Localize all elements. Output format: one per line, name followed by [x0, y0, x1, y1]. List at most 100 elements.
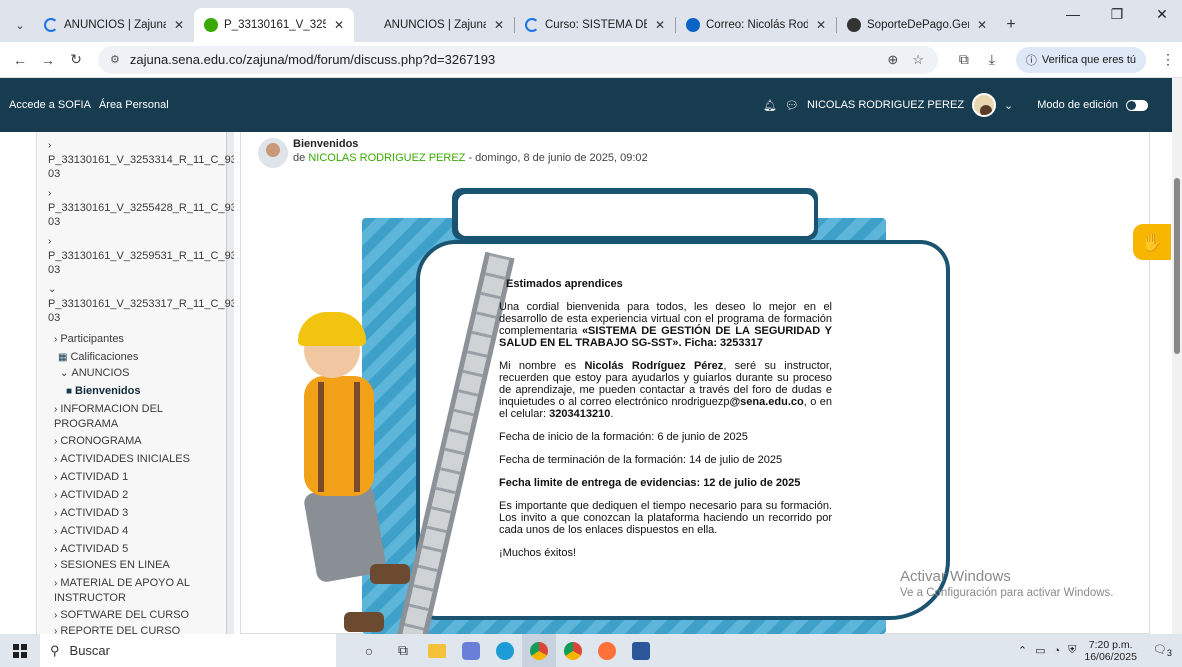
back-arrow-icon[interactable]: ←	[6, 46, 34, 74]
letter-end-date: Fecha de terminación de la formación: 14…	[499, 454, 783, 466]
sidebar-item-label: ACTIVIDAD 2	[60, 489, 129, 501]
tray-expand-icon[interactable]: ⌃	[1018, 644, 1027, 657]
tab-close-icon[interactable]: ✕	[977, 18, 987, 32]
user-menu-chevron-icon[interactable]: ⌄	[1004, 99, 1013, 112]
tab-label: ANUNCIOS | Zajuna	[384, 19, 486, 31]
chevron-right-icon: ›	[54, 436, 58, 447]
sidebar-item[interactable]: ⌄ P_33130161_V_3253317_R_11_C_93 03	[48, 282, 234, 325]
tab-label: SoporteDePago.Gene	[867, 19, 969, 31]
bookmark-star-icon[interactable]: ☆	[912, 52, 924, 68]
app-icon[interactable]	[454, 634, 488, 667]
scrollbar-thumb[interactable]	[1174, 178, 1180, 354]
firefox-browser-icon[interactable]	[590, 634, 624, 667]
chevron-right-icon: ›	[54, 560, 58, 571]
chrome-browser-icon[interactable]	[522, 634, 556, 667]
chevron-right-icon: ›	[48, 140, 52, 151]
security-icon[interactable]: ⛨	[1068, 644, 1076, 657]
browser-tab[interactable]: ANUNCIOS | Zajuna ✕	[354, 8, 514, 42]
sidebar-item-label: ACTIVIDAD 1	[60, 471, 129, 483]
new-tab-button[interactable]: +	[997, 8, 1025, 42]
sidebar-item[interactable]: › ACTIVIDAD 3	[54, 506, 224, 521]
post-meta: de NICOLAS RODRIGUEZ PEREZ - domingo, 8 …	[293, 152, 648, 164]
cortana-icon[interactable]: ○	[352, 634, 386, 667]
tab-close-icon[interactable]: ✕	[816, 18, 826, 32]
start-button[interactable]	[0, 634, 40, 667]
outlook-icon	[686, 18, 700, 32]
page-scrollbar[interactable]	[1172, 78, 1182, 634]
extensions-icon[interactable]: ⧉	[950, 46, 978, 74]
post-author-link[interactable]: NICOLAS RODRIGUEZ PEREZ	[308, 152, 465, 164]
tab-close-icon[interactable]: ✕	[655, 18, 665, 32]
user-name[interactable]: NICOLAS RODRIGUEZ PEREZ	[807, 99, 964, 111]
url-omnibox[interactable]: ⚙ zajuna.sena.edu.co/zajuna/mod/forum/di…	[98, 45, 938, 74]
sidebar-item[interactable]: › ACTIVIDAD 2	[54, 488, 224, 503]
sidebar-item[interactable]: › SOFTWARE DEL CURSO	[54, 608, 224, 623]
loading-icon	[44, 18, 58, 32]
browser-tab[interactable]: Curso: SISTEMA DE G ✕	[515, 8, 675, 42]
edit-mode-label: Modo de edición	[1037, 99, 1118, 111]
battery-icon[interactable]: ▭	[1035, 644, 1045, 657]
browser-menu-icon[interactable]: ⋮	[1154, 46, 1182, 74]
post-title: Bienvenidos	[293, 138, 359, 150]
messages-chat-icon[interactable]: 💬︎	[785, 99, 799, 112]
edit-mode-toggle[interactable]	[1126, 99, 1148, 111]
download-icon[interactable]: ⤓	[978, 46, 1006, 74]
sena-favicon	[204, 18, 218, 32]
clipboard-clip-label	[458, 194, 814, 236]
sidebar-item[interactable]: › ACTIVIDAD 5	[54, 542, 224, 557]
sidebar-item[interactable]: › ACTIVIDAD 1	[54, 470, 224, 485]
sidebar-item[interactable]: ⌄ ANUNCIOS	[60, 366, 224, 381]
task-view-icon[interactable]: ⧉	[386, 634, 420, 667]
sidebar-item[interactable]: ■ Bienvenidos	[66, 384, 224, 399]
chrome-browser-icon[interactable]	[556, 634, 590, 667]
tab-close-icon[interactable]: ✕	[334, 18, 344, 32]
browser-tab[interactable]: P_33130161_V_32533 ✕	[194, 8, 354, 42]
nav-link-area-personal[interactable]: Área Personal	[99, 99, 169, 111]
forward-arrow-icon[interactable]: →	[34, 46, 62, 74]
tab-search-chevron-icon[interactable]: ⌄	[6, 8, 34, 42]
wifi-icon[interactable]: ◔	[1053, 645, 1060, 657]
notification-center-icon[interactable]: 🗨︎3	[1153, 643, 1172, 658]
edge-browser-icon[interactable]	[488, 634, 522, 667]
nav-link-sofia[interactable]: Accede a SOFIA	[9, 99, 91, 111]
minimize-icon[interactable]: —	[1053, 6, 1093, 22]
windows-activation-watermark: Activar Windows Ve a Configuración para …	[900, 568, 1114, 599]
zoom-icon[interactable]: ⊕	[887, 52, 898, 68]
worker-boot-illustration	[344, 612, 384, 632]
site-navbar: Accede a SOFIA Área Personal 🔔︎ 💬︎ NICOL…	[0, 78, 1172, 132]
sidebar-item[interactable]: ▦ Calificaciones	[58, 350, 224, 365]
sidebar-item[interactable]: › SESIONES EN LINEA	[54, 558, 224, 573]
user-avatar[interactable]	[972, 93, 997, 117]
chevron-right-icon: ›	[54, 626, 58, 634]
sidebar-item[interactable]: › P_33130161_V_3259531_R_11_C_93 03	[48, 234, 234, 277]
notification-bell-icon[interactable]: 🔔︎	[763, 99, 777, 112]
reload-icon[interactable]: ↻	[62, 46, 90, 74]
sidebar-item[interactable]: › P_33130161_V_3255428_R_11_C_93 03	[48, 186, 234, 229]
sidebar-item[interactable]: › P_33130161_V_3253314_R_11_C_93 03	[48, 138, 234, 181]
site-info-icon[interactable]: ⚙	[110, 53, 120, 66]
file-explorer-icon[interactable]	[420, 634, 454, 667]
taskbar-search-input[interactable]: ⚲ Buscar	[40, 634, 336, 667]
tab-close-icon[interactable]: ✕	[174, 18, 184, 32]
word-icon[interactable]	[624, 634, 658, 667]
browser-tab[interactable]: ANUNCIOS | Zajuna ✕	[34, 8, 194, 42]
sidebar-item-label: INFORMACION DEL PROGRAMA	[54, 403, 163, 430]
verify-identity-button[interactable]: ⓘ Verifica que eres tú	[1015, 46, 1147, 73]
sidebar-item[interactable]: › MATERIAL DE APOYO AL INSTRUCTOR	[54, 576, 224, 605]
close-window-icon[interactable]: ✕	[1142, 6, 1182, 23]
sidebar-item[interactable]: › CRONOGRAMA	[54, 434, 224, 449]
forum-discussion-area: Bienvenidos de NICOLAS RODRIGUEZ PEREZ -…	[234, 132, 1172, 634]
sidebar-item[interactable]: › ACTIVIDAD 4	[54, 524, 224, 539]
restore-icon[interactable]: ❐	[1097, 6, 1137, 23]
sidebar-item[interactable]: › INFORMACION DEL PROGRAMA	[54, 402, 224, 431]
browser-tab[interactable]: Correo: Nicolás Rodri ✕	[676, 8, 836, 42]
author-avatar[interactable]	[258, 138, 288, 168]
sidebar-item[interactable]: › REPORTE DEL CURSO	[54, 624, 224, 634]
sidebar-item[interactable]: › ACTIVIDADES INICIALES	[54, 452, 224, 467]
browser-tab[interactable]: SoporteDePago.Gene ✕	[837, 8, 997, 42]
tab-close-icon[interactable]: ✕	[494, 18, 504, 32]
taskbar-clock[interactable]: 7:20 p.m. 16/06/2025	[1084, 639, 1137, 663]
support-handshake-button[interactable]: ✋	[1133, 224, 1171, 260]
url-text[interactable]: zajuna.sena.edu.co/zajuna/mod/forum/disc…	[130, 52, 495, 67]
sidebar-item[interactable]: › Participantes	[54, 332, 224, 347]
